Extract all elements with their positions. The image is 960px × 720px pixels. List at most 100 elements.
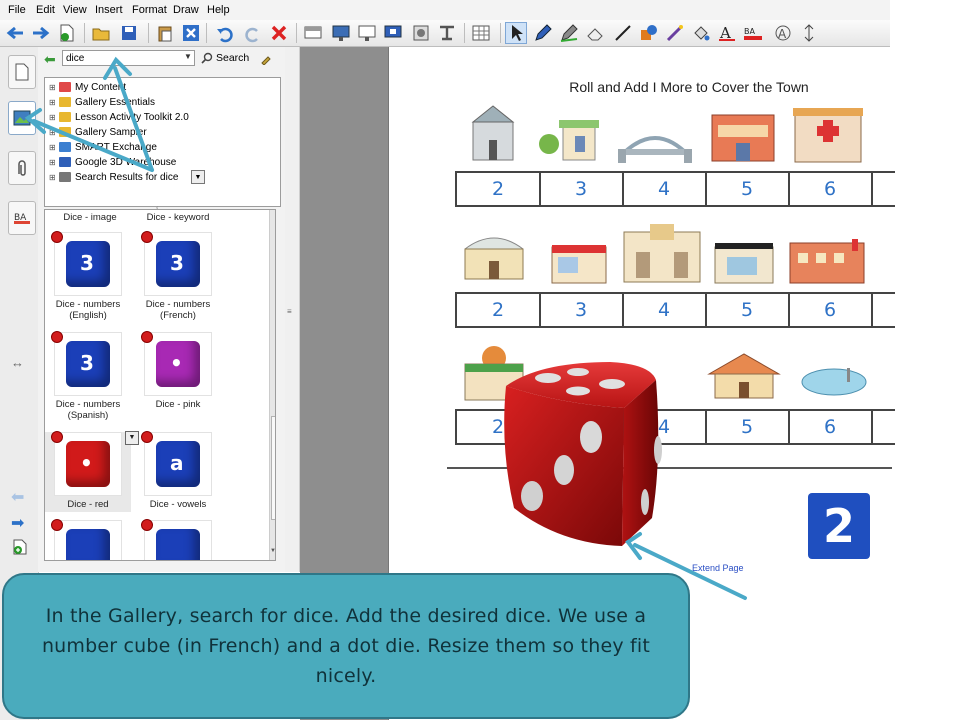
undo-button[interactable]	[214, 22, 236, 44]
magic-pen-button[interactable]	[664, 22, 686, 44]
eraser-button[interactable]	[584, 22, 606, 44]
shape-button[interactable]	[638, 22, 660, 44]
gallery-tools-icon[interactable]	[260, 52, 272, 70]
table-button[interactable]	[470, 22, 492, 44]
search-results-dropdown-icon[interactable]: ▼	[191, 170, 205, 184]
new-page-button[interactable]	[56, 22, 78, 44]
line-button[interactable]	[612, 22, 634, 44]
extend-page-link[interactable]: Extend Page	[692, 563, 744, 573]
fill-button[interactable]	[690, 22, 712, 44]
tree-item[interactable]: ⊞ Gallery Essentials	[49, 95, 155, 109]
gallery-thumb[interactable]	[45, 519, 131, 560]
number-cell: 6	[789, 173, 873, 205]
delete-box-button[interactable]	[180, 22, 202, 44]
scrollbar-thumb[interactable]	[271, 416, 275, 520]
expand-plus-icon[interactable]: ⊞	[49, 113, 56, 122]
gallery-tab[interactable]	[8, 101, 36, 135]
search-button[interactable]: Search	[201, 52, 249, 64]
properties-button[interactable]: A	[772, 22, 794, 44]
gallery-thumb[interactable]: 3 Dice - numbers (French)	[135, 231, 221, 321]
show-hide-button[interactable]	[330, 22, 352, 44]
tree-item[interactable]: ⊞ SMART Exchange	[49, 140, 157, 154]
page-sorter-tab[interactable]	[8, 55, 36, 89]
properties-icon: A	[775, 25, 791, 41]
screen-shade-button[interactable]	[302, 22, 324, 44]
next-page-arrow-icon[interactable]: ➡	[11, 513, 24, 533]
folder-icon	[59, 142, 71, 152]
expand-plus-icon[interactable]: ⊞	[49, 128, 56, 137]
delete-x-button[interactable]	[268, 22, 290, 44]
expand-plus-icon[interactable]: ⊞	[49, 83, 56, 92]
more-button[interactable]	[798, 22, 820, 44]
tree-item[interactable]: ⊞ Gallery Sampler	[49, 125, 147, 139]
creative-pen-button[interactable]	[558, 22, 580, 44]
save-icon	[122, 26, 136, 40]
gallery-thumb-label: Dice - vowels	[149, 499, 207, 510]
add-page-icon[interactable]	[13, 539, 27, 560]
instruction-text: In the Gallery, search for dice. Add the…	[41, 605, 651, 687]
menu-file[interactable]: File	[8, 4, 26, 16]
thumb-header-label: Dice - image	[63, 212, 117, 223]
gallery-search-input[interactable]	[62, 50, 195, 66]
gallery-back-arrow-icon[interactable]: ⬅	[44, 51, 56, 68]
delete-box-icon	[183, 25, 199, 41]
paste-button[interactable]	[154, 22, 176, 44]
attachments-tab[interactable]	[8, 151, 36, 185]
gallery-thumb[interactable]: • Dice - pink	[135, 331, 221, 410]
menu-help[interactable]: Help	[207, 4, 230, 16]
select-arrow-button[interactable]	[505, 22, 527, 44]
menu-draw[interactable]: Draw	[173, 4, 199, 16]
dice-face-glyph: a	[170, 451, 184, 475]
expand-plus-icon[interactable]: ⊞	[49, 158, 56, 167]
redo-button[interactable]	[242, 22, 264, 44]
gallery-thumb[interactable]: a Dice - vowels	[135, 431, 221, 510]
gallery-thumb[interactable]: 3 Dice - numbers (Spanish)	[45, 331, 131, 421]
back-arrow-button[interactable]	[4, 22, 26, 44]
gallery-thumb[interactable]: 3 Dice - numbers (English)	[45, 231, 131, 321]
document-camera-button[interactable]	[436, 22, 458, 44]
results-scrollbar[interactable]: ▼	[269, 210, 275, 560]
paste-icon	[158, 26, 172, 42]
expand-plus-icon[interactable]: ⊞	[49, 173, 56, 182]
creative-pen-icon	[560, 24, 578, 42]
tree-item[interactable]: ⊞ Google 3D Warehouse	[49, 155, 176, 169]
handwriting-button[interactable]: BA	[742, 22, 764, 44]
save-button[interactable]	[118, 22, 140, 44]
gallery-thumb[interactable]: • ▼ Dice - red	[45, 431, 139, 512]
expand-plus-icon[interactable]: ⊞	[49, 98, 56, 107]
record-button[interactable]	[410, 22, 432, 44]
folder-icon	[59, 172, 71, 182]
no-entry-icon	[51, 519, 63, 531]
magnifier-icon	[201, 52, 213, 64]
display-button[interactable]	[356, 22, 378, 44]
expand-plus-icon[interactable]: ⊞	[49, 143, 56, 152]
menu-edit[interactable]: Edit	[36, 4, 55, 16]
menu-insert[interactable]: Insert	[95, 4, 123, 16]
number-card[interactable]: 2	[808, 493, 870, 559]
line-icon	[615, 25, 631, 41]
dice-image: •	[156, 341, 200, 387]
number-row: 23456	[455, 171, 895, 207]
open-folder-button[interactable]	[90, 22, 112, 44]
forward-arrow-button[interactable]	[30, 22, 52, 44]
gallery-thumb[interactable]	[135, 519, 221, 560]
prev-page-arrow-icon[interactable]: ⬅	[11, 487, 24, 507]
open-folder-icon	[92, 28, 110, 41]
number-cell: 4	[623, 173, 707, 205]
search-dropdown-icon[interactable]: ▼	[184, 52, 192, 61]
pen-button[interactable]	[532, 22, 554, 44]
red-dot-die[interactable]	[500, 358, 662, 550]
capture-button[interactable]	[382, 22, 404, 44]
toolbar-separator	[84, 23, 85, 43]
tree-item[interactable]: ⊞ Lesson Activity Toolkit 2.0	[49, 110, 189, 124]
menu-format[interactable]: Format	[132, 4, 167, 16]
properties-tab[interactable]: BA	[8, 201, 36, 235]
text-button[interactable]: A	[716, 22, 738, 44]
tree-item[interactable]: ⊞ My Content	[49, 80, 126, 94]
panel-splitter[interactable]: ≡	[285, 47, 300, 572]
town-hall-illustration	[471, 105, 515, 161]
tree-item[interactable]: ⊞ Search Results for dice	[49, 170, 178, 184]
resize-arrows-icon[interactable]: ↔	[11, 355, 24, 370]
scroll-down-icon[interactable]: ▼	[270, 548, 275, 554]
menu-view[interactable]: View	[63, 4, 87, 16]
